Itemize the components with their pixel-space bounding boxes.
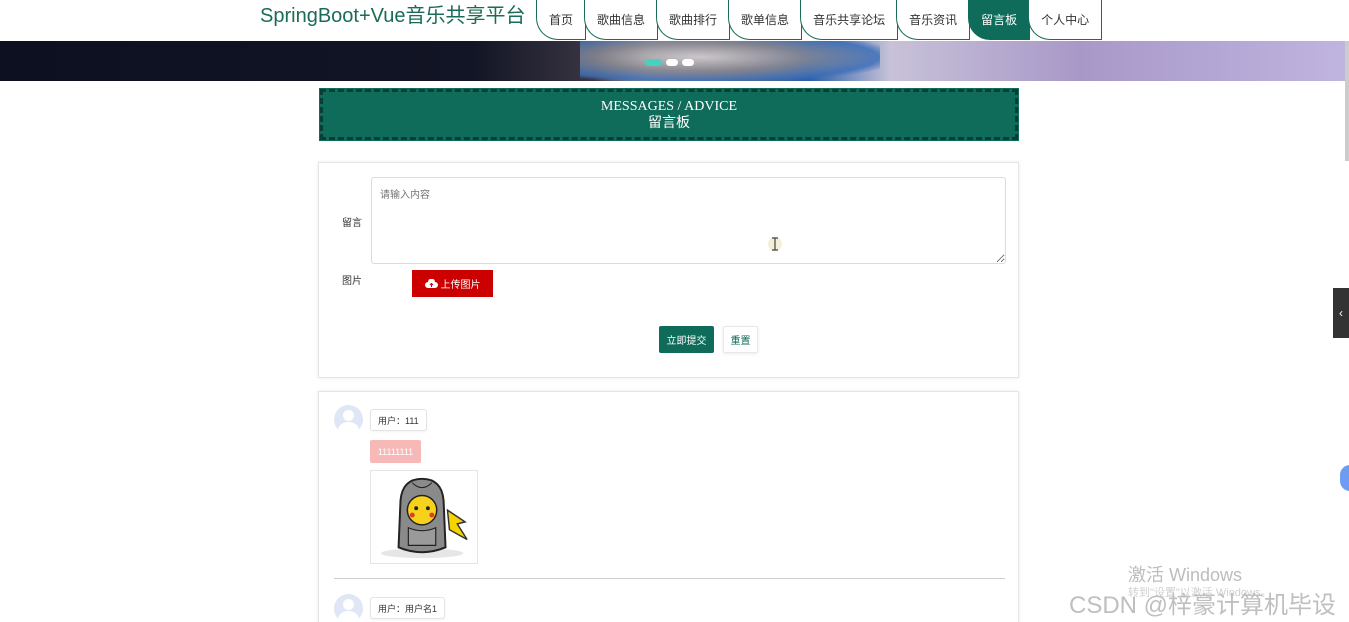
message-form: 留言 图片 上传图片 立即提交 重置 <box>318 162 1019 378</box>
image-label: 图片 <box>342 276 362 287</box>
carousel-dot-1[interactable] <box>645 59 662 66</box>
brand-title[interactable]: SpringBoot+Vue音乐共享平台 <box>260 4 525 28</box>
chevron-left-icon: ‹ <box>1339 306 1343 320</box>
section-title-en: MESSAGES / ADVICE <box>600 99 738 114</box>
comment-image[interactable] <box>370 470 478 564</box>
nav-item-forum[interactable]: 音乐共享论坛 <box>800 0 899 40</box>
nav-item-news[interactable]: 音乐资讯 <box>896 0 971 40</box>
text-cursor-icon <box>768 237 782 251</box>
top-header: SpringBoot+Vue音乐共享平台 首页 歌曲信息 歌曲排行 歌单信息 音… <box>0 0 1349 41</box>
csdn-watermark: CSDN @梓豪计算机毕设 <box>1069 592 1337 619</box>
section-title: MESSAGES / ADVICE 留言板 <box>319 88 1019 141</box>
message-label: 留言 <box>342 218 362 229</box>
submit-button[interactable]: 立即提交 <box>659 326 714 353</box>
upload-image-label: 上传图片 <box>440 280 481 291</box>
floating-assistant-button[interactable] <box>1340 465 1349 491</box>
side-collapse-tab[interactable]: ‹ <box>1333 288 1349 338</box>
carousel-dot-3[interactable] <box>682 59 694 66</box>
nav-item-messages[interactable]: 留言板 <box>968 0 1031 40</box>
nav-item-profile[interactable]: 个人中心 <box>1028 0 1103 40</box>
reset-button[interactable]: 重置 <box>723 326 758 353</box>
message-input[interactable] <box>371 177 1006 264</box>
scrollbar[interactable] <box>1345 41 1349 161</box>
nav-item-ranking[interactable]: 歌曲排行 <box>656 0 731 40</box>
upload-image-button[interactable]: 上传图片 <box>412 270 493 297</box>
comment-user: 用户：111 <box>370 409 427 431</box>
nav-item-home[interactable]: 首页 <box>536 0 587 40</box>
main-nav: 首页 歌曲信息 歌曲排行 歌单信息 音乐共享论坛 音乐资讯 留言板 个人中心 <box>536 0 1103 41</box>
nav-item-playlists[interactable]: 歌单信息 <box>728 0 803 40</box>
page-root: SpringBoot+Vue音乐共享平台 首页 歌曲信息 歌曲排行 歌单信息 音… <box>0 0 1349 622</box>
banner-image <box>580 41 880 81</box>
avatar <box>334 405 363 434</box>
avatar <box>334 594 363 622</box>
section-title-cn: 留言板 <box>648 116 690 131</box>
comment-divider <box>334 578 1005 579</box>
nav-item-songs[interactable]: 歌曲信息 <box>584 0 659 40</box>
carousel-indicators <box>645 59 694 66</box>
cloud-upload-icon <box>424 279 438 288</box>
message-list: 用户：111 11111111 用户：用户名1 <box>318 391 1019 622</box>
carousel-dot-2[interactable] <box>666 59 678 66</box>
comment-user: 用户：用户名1 <box>370 597 446 619</box>
comment-content: 11111111 <box>370 440 421 463</box>
